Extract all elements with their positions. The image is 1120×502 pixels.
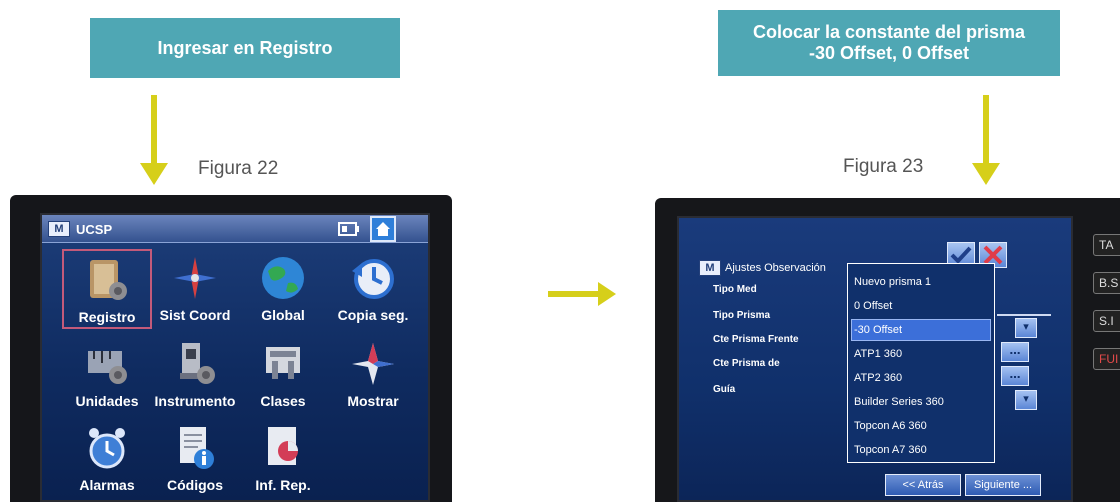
app-registro[interactable]: Registro bbox=[62, 249, 152, 329]
list-item[interactable]: Topcon A7 360 bbox=[852, 440, 990, 460]
field-underline bbox=[997, 314, 1051, 316]
registro-icon bbox=[90, 260, 127, 300]
report-icon bbox=[268, 427, 298, 465]
ellipsis-button[interactable]: … bbox=[1001, 342, 1029, 362]
side-key-bs[interactable]: B.S bbox=[1093, 272, 1120, 294]
list-item-selected[interactable]: -30 Offset bbox=[851, 319, 991, 341]
ellipsis-button[interactable]: … bbox=[1001, 366, 1029, 386]
callout-text: Ingresar en Registro bbox=[157, 37, 333, 58]
app-label: Mostrar bbox=[347, 393, 399, 409]
device-photo-right: TA B.S S.I FUI M Ajustes Observación Tip… bbox=[655, 198, 1120, 502]
right-arrow-icon bbox=[548, 282, 616, 306]
label-cte-prisma-frente: Cte Prisma Frente bbox=[713, 334, 799, 345]
compass-icon bbox=[174, 257, 216, 299]
globe-icon bbox=[262, 257, 304, 299]
dropdown-button[interactable]: ▾ bbox=[1015, 390, 1037, 410]
figure-caption-22: Figura 22 bbox=[198, 158, 279, 179]
app-instrumento[interactable]: Instrumento bbox=[150, 335, 240, 415]
app-label: Copia seg. bbox=[337, 307, 409, 323]
down-arrow-icon bbox=[972, 95, 1000, 185]
topcon-logo-icon: M bbox=[699, 260, 721, 276]
label-tipo-med: Tipo Med bbox=[713, 284, 757, 295]
dropdown-button[interactable]: ▾ bbox=[1015, 318, 1037, 338]
classes-icon bbox=[266, 347, 300, 379]
screen-title: UCSP bbox=[76, 222, 113, 237]
side-key-si[interactable]: S.I bbox=[1093, 310, 1120, 332]
codes-document-icon bbox=[180, 427, 214, 469]
list-item[interactable]: 0 Offset bbox=[852, 296, 990, 316]
app-alarmas[interactable]: Alarmas bbox=[62, 419, 152, 499]
list-item[interactable]: Topcon A6 360 bbox=[852, 416, 990, 436]
list-item[interactable]: ATP2 360 bbox=[852, 368, 990, 388]
battery-icon bbox=[338, 222, 359, 236]
callout-line-2: -30 Offset, 0 Offset bbox=[808, 43, 970, 63]
backup-clock-icon bbox=[352, 259, 394, 299]
screen-titlebar: M UCSP bbox=[42, 215, 428, 243]
label-cte-prisma-de: Cte Prisma de bbox=[713, 358, 780, 369]
alarm-clock-icon bbox=[89, 428, 125, 469]
app-unidades[interactable]: Unidades bbox=[62, 335, 152, 415]
page: Ingresar en Registro Colocar la constant… bbox=[0, 0, 1120, 502]
app-label: Inf. Rep. bbox=[255, 477, 311, 493]
next-button[interactable]: Siguiente ... bbox=[965, 474, 1041, 496]
app-mostrar[interactable]: Mostrar bbox=[328, 335, 418, 415]
label-guia: Guía bbox=[713, 384, 736, 395]
units-ruler-icon bbox=[88, 351, 127, 384]
app-clases[interactable]: Clases bbox=[238, 335, 328, 415]
display-star-icon bbox=[352, 343, 394, 385]
list-item[interactable]: Nuevo prisma 1 bbox=[852, 272, 990, 292]
app-global[interactable]: Global bbox=[238, 249, 328, 329]
device-screen-observation-settings: M Ajustes Observación Tipo Med Tipo Pris… bbox=[677, 216, 1073, 502]
app-sist-coord[interactable]: Sist Coord bbox=[150, 249, 240, 329]
list-item[interactable]: ATP1 360 bbox=[852, 344, 990, 364]
topcon-logo-icon: M bbox=[48, 221, 70, 237]
label-tipo-prisma: Tipo Prisma bbox=[713, 310, 771, 321]
home-button[interactable] bbox=[370, 216, 396, 242]
dialog-title: Ajustes Observación bbox=[725, 262, 826, 274]
prism-dropdown-list[interactable]: Nuevo prisma 1 0 Offset -30 Offset ATP1 … bbox=[847, 263, 995, 463]
side-key-fun[interactable]: FUI bbox=[1093, 348, 1120, 370]
app-codigos[interactable]: Códigos bbox=[150, 419, 240, 499]
callout-line-1: Colocar la constante del prisma bbox=[752, 22, 1026, 43]
app-inf-rep[interactable]: Inf. Rep. bbox=[238, 419, 328, 499]
callout-constante-prisma: Colocar la constante del prisma -30 Offs… bbox=[718, 10, 1060, 76]
list-item[interactable]: Builder Series 360 bbox=[852, 392, 990, 412]
down-arrow-icon bbox=[140, 95, 168, 185]
device-photo-left: M UCSP Registro Sist Coord Global Copia … bbox=[10, 195, 452, 502]
app-copia-seg[interactable]: Copia seg. bbox=[328, 249, 418, 329]
home-icon bbox=[376, 222, 390, 236]
back-button[interactable]: << Atrás bbox=[885, 474, 961, 496]
device-screen-main-menu: M UCSP Registro Sist Coord Global Copia … bbox=[40, 213, 430, 502]
side-key-ta[interactable]: TA bbox=[1093, 234, 1120, 256]
callout-ingresar-registro: Ingresar en Registro bbox=[90, 18, 400, 78]
figure-caption-23: Figura 23 bbox=[843, 156, 924, 177]
instrument-icon bbox=[180, 343, 215, 384]
